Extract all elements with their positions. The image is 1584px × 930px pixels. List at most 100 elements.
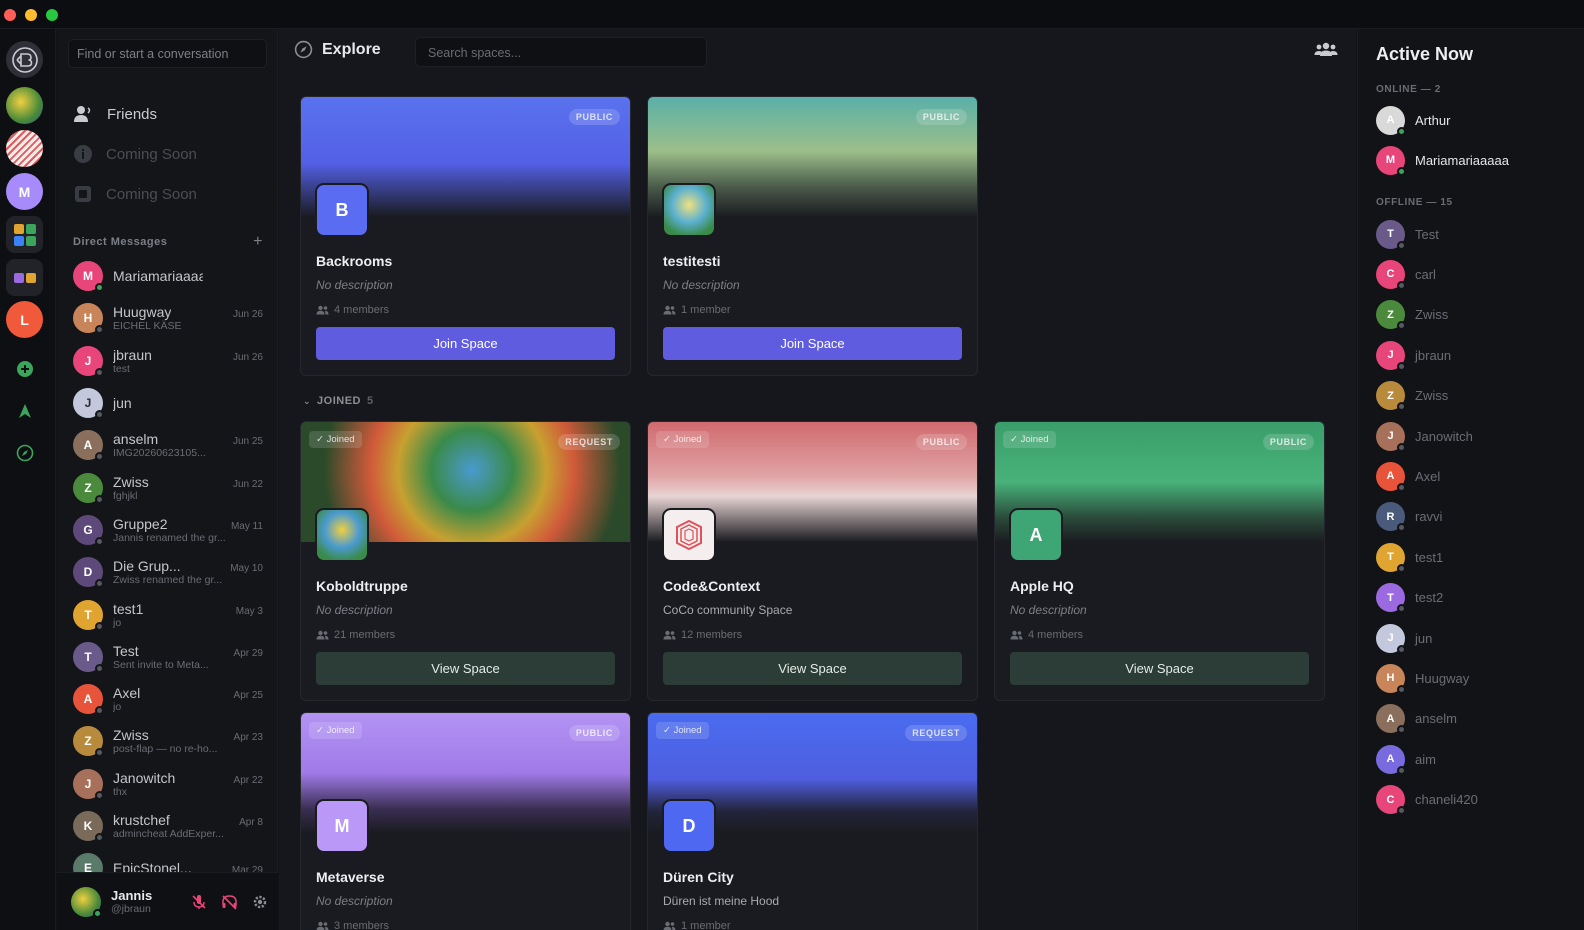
member-row[interactable]: J Janowitch — [1376, 420, 1473, 452]
home-button[interactable] — [6, 41, 43, 78]
member-row[interactable]: T Test — [1376, 218, 1439, 250]
avatar: J — [73, 345, 104, 377]
zoom-window-button[interactable] — [46, 9, 58, 21]
joined-section-header[interactable]: ⌄ JOINED 5 — [303, 395, 374, 407]
user-panel: Jannis @jbraun — [57, 872, 278, 930]
dm-item[interactable]: Z Zwiss Apr 23 post-flap — no re-ho... — [73, 720, 263, 762]
members-toggle-icon[interactable] — [1314, 41, 1338, 59]
chevron-down-icon: ⌄ — [303, 395, 312, 406]
friends-icon — [74, 106, 91, 122]
view-space-button[interactable]: View Space — [316, 652, 615, 685]
join-space-button[interactable]: Join Space — [663, 327, 962, 360]
gear-icon[interactable] — [252, 894, 268, 910]
server-folder-2[interactable] — [6, 259, 43, 296]
nav-coming-soon-1[interactable]: Coming Soon — [73, 141, 263, 167]
dm-item[interactable]: J jun — [73, 382, 263, 424]
member-row[interactable]: Jjbraun — [1376, 339, 1451, 371]
dm-item[interactable]: A Axel Apr 25 jo — [73, 678, 263, 720]
offline-status-dot — [1397, 280, 1406, 290]
offline-status-dot — [1397, 604, 1406, 614]
space-card-testitesti: PUBLIC testitesti No description 1 membe… — [647, 96, 978, 376]
add-server-button[interactable] — [12, 356, 37, 381]
offline-status-dot — [1397, 442, 1406, 452]
members-icon — [663, 630, 676, 640]
space-description: No description — [1010, 603, 1087, 617]
view-space-button[interactable]: View Space — [663, 652, 962, 685]
member-row[interactable]: Ttest1 — [1376, 541, 1443, 573]
dm-item[interactable]: J jbraun Jun 26 test — [73, 340, 263, 382]
server-rail: M L — [0, 29, 56, 930]
dm-item[interactable]: Z Zwiss Jun 22 fghjkl — [73, 466, 263, 508]
member-row[interactable]: Jjun — [1376, 622, 1432, 654]
dm-item[interactable]: M Mariamariaaaaa — [73, 255, 263, 297]
nav-coming-soon-label-2: Coming Soon — [106, 185, 197, 203]
headphones-muted-icon[interactable] — [221, 894, 238, 910]
nav-coming-soon-2[interactable]: Coming Soon — [73, 181, 263, 207]
avatar: J — [73, 388, 104, 420]
space-members: 3 members — [316, 920, 615, 930]
member-row[interactable]: Ccarl — [1376, 258, 1436, 290]
direct-messages-header: Direct Messages + — [73, 233, 263, 251]
offline-status-dot — [1397, 563, 1406, 573]
dm-item[interactable]: J Janowitch Apr 22 thx — [73, 763, 263, 805]
mic-muted-icon[interactable] — [191, 894, 207, 910]
online-status-dot — [1397, 166, 1406, 176]
space-name: Backrooms — [316, 253, 393, 269]
space-description: No description — [316, 603, 393, 617]
close-window-button[interactable] — [4, 9, 16, 21]
square-icon — [75, 186, 91, 202]
view-space-button[interactable]: View Space — [1010, 652, 1309, 685]
member-row[interactable]: Aaim — [1376, 743, 1436, 775]
offline-status-dot — [1397, 523, 1406, 533]
dm-item[interactable]: G Gruppe2 May 11 Jannis renamed the gr... — [73, 509, 263, 551]
join-space-button[interactable]: Join Space — [316, 327, 615, 360]
member-row[interactable]: Z Zwiss — [1376, 380, 1448, 412]
dm-preview: IMG20260623105... — [113, 447, 206, 460]
dm-item[interactable]: K krustchef Apr 8 admincheat AddExper... — [73, 805, 263, 847]
dm-item[interactable]: A anselm Jun 25 IMG20260623105... — [73, 424, 263, 466]
dm-item[interactable]: T Test Apr 29 Sent invite to Meta... — [73, 636, 263, 678]
dm-name: Die Grup... — [113, 558, 181, 575]
avatar: A — [1376, 105, 1406, 136]
avatar: T — [73, 641, 104, 673]
conversation-search-input[interactable]: Find or start a conversation — [68, 39, 267, 68]
visibility-badge: PUBLIC — [568, 109, 620, 125]
member-row[interactable]: A Axel — [1376, 460, 1440, 492]
navigate-button[interactable] — [12, 398, 37, 423]
member-row[interactable]: Rravvi — [1376, 501, 1442, 533]
member-row[interactable]: A Arthur — [1376, 104, 1450, 136]
minimize-window-button[interactable] — [25, 9, 37, 21]
dm-item[interactable]: T test1 May 3 jo — [73, 593, 263, 635]
space-description: CoCo community Space — [663, 603, 793, 617]
user-avatar[interactable] — [71, 886, 102, 918]
avatar: C — [1376, 259, 1406, 290]
space-card-apple-hq: ✓ Joined PUBLIC A Apple HQ No descriptio… — [994, 421, 1325, 701]
server-icon-metaverse[interactable]: M — [6, 173, 43, 210]
members-count: 3 members — [334, 920, 390, 930]
visibility-badge: PUBLIC — [1262, 434, 1314, 450]
dm-name: Janowitch — [113, 769, 176, 786]
server-icon-parrot[interactable] — [6, 87, 43, 124]
member-row[interactable]: M Mariamariaaaaa — [1376, 144, 1509, 176]
offline-status-dot — [95, 748, 104, 758]
member-name: Test — [1415, 226, 1439, 242]
spaces-search-input[interactable]: Search spaces... — [415, 37, 707, 67]
member-row[interactable]: Cchaneli420 — [1376, 784, 1478, 816]
explore-nav-button[interactable] — [12, 440, 37, 465]
server-folder-1[interactable] — [6, 216, 43, 253]
dm-date: Jun 26 — [232, 351, 263, 363]
dm-preview: admincheat AddExper... — [113, 828, 224, 840]
dm-item[interactable]: D Die Grup... May 10 Zwiss renamed the gr.… — [73, 551, 263, 593]
member-row[interactable]: Aanselm — [1376, 703, 1457, 735]
member-row[interactable]: Ttest2 — [1376, 582, 1443, 614]
new-dm-plus-icon[interactable]: + — [253, 233, 263, 251]
member-row[interactable]: H Huugway — [1376, 662, 1469, 694]
nav-friends-label: Friends — [107, 105, 158, 123]
visibility-badge: REQUEST — [905, 725, 967, 741]
member-name: chaneli420 — [1415, 792, 1478, 808]
server-icon-codecontext[interactable] — [6, 130, 43, 167]
dm-item[interactable]: H Huugway Jun 26 EICHEL KÄSE — [73, 297, 263, 339]
server-icon-l[interactable]: L — [6, 301, 43, 338]
nav-friends[interactable]: Friends — [73, 101, 263, 127]
member-row[interactable]: Z Zwiss — [1376, 299, 1448, 331]
